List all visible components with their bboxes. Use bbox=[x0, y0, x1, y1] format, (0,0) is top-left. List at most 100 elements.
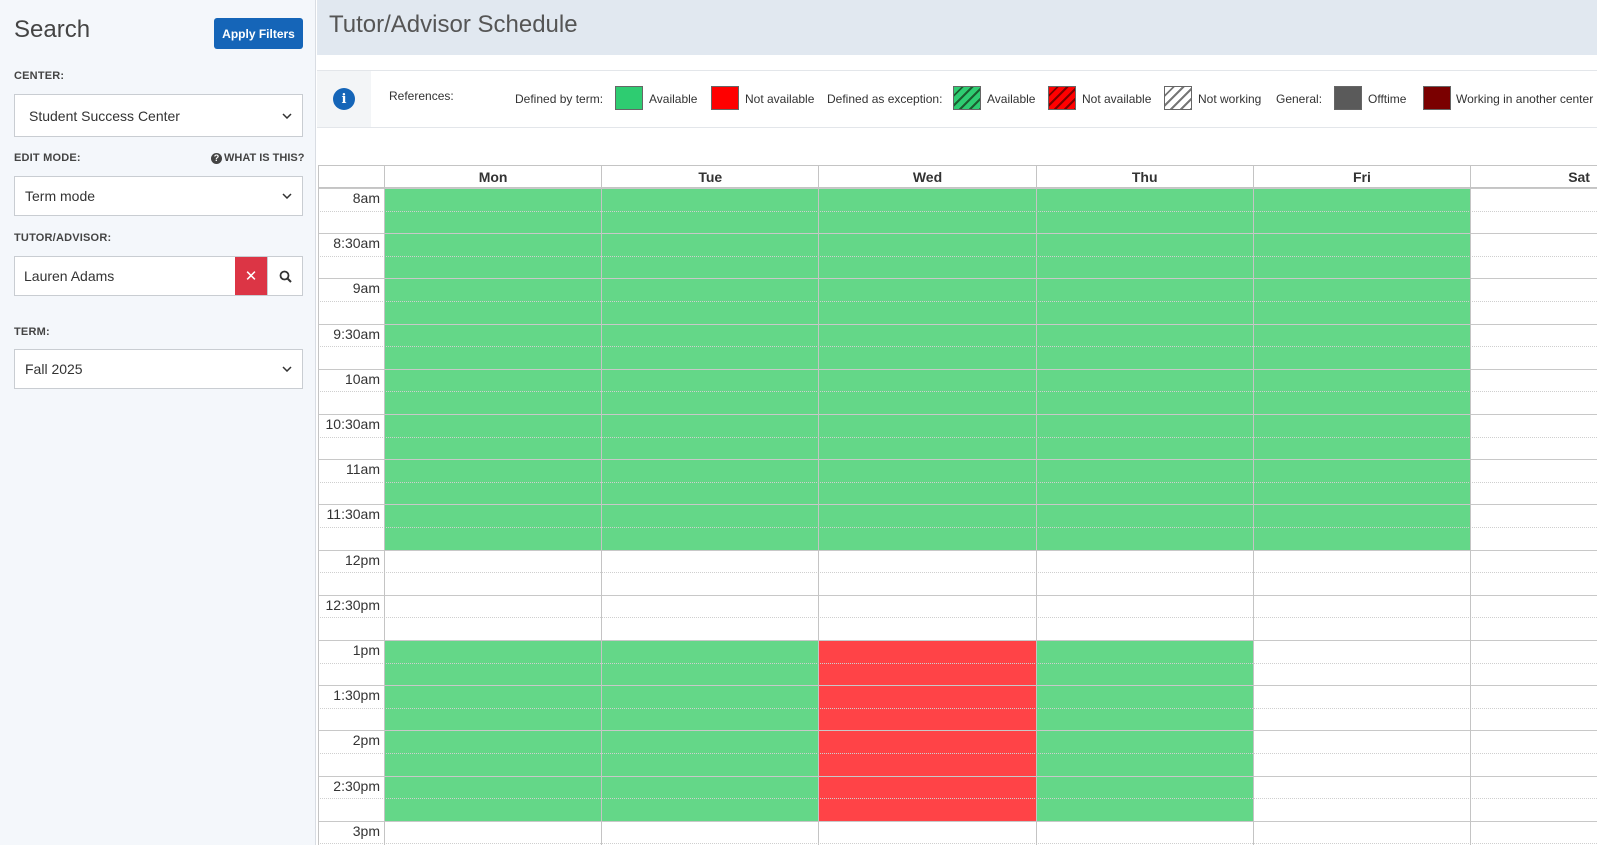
filter-sidebar: Search Apply Filters CENTER: Student Suc… bbox=[0, 0, 316, 845]
grid-line bbox=[318, 233, 1597, 235]
legend-defined-as-exception: Defined as exception: bbox=[827, 92, 943, 106]
time-label: 3pm bbox=[352, 822, 380, 839]
swatch-exception-available bbox=[953, 86, 981, 110]
time-label: 2:30pm bbox=[333, 777, 380, 794]
calendar-header: Mon Tue Wed Thu Fri Sat bbox=[318, 165, 1597, 188]
grid-line bbox=[318, 594, 1597, 596]
grid-line bbox=[318, 843, 1597, 845]
day-header-thu: Thu bbox=[1035, 166, 1253, 188]
legend-available: Available bbox=[649, 92, 698, 106]
what-is-this-label: WHAT IS THIS? bbox=[224, 152, 305, 164]
grid-line bbox=[318, 255, 1597, 257]
grid-line bbox=[318, 481, 1597, 483]
swatch-offtime bbox=[1334, 86, 1362, 110]
legend-exception-not-available: Not available bbox=[1082, 92, 1152, 106]
clear-icon[interactable]: ✕ bbox=[235, 257, 267, 295]
term-label: TERM: bbox=[14, 326, 50, 338]
grid-line bbox=[318, 368, 1597, 370]
grid-divider bbox=[818, 165, 820, 845]
time-label: 1pm bbox=[352, 642, 380, 658]
edit-mode-select-value: Term mode bbox=[25, 188, 96, 204]
time-label: 8am bbox=[352, 190, 380, 206]
time-label: 10am bbox=[344, 370, 380, 387]
what-is-this-link[interactable]: ? WHAT IS THIS? bbox=[211, 152, 304, 164]
swatch-not-available bbox=[711, 86, 739, 110]
grid-line bbox=[318, 820, 1597, 822]
grid-line bbox=[318, 572, 1597, 574]
grid-line bbox=[318, 617, 1597, 619]
grid-line bbox=[318, 323, 1597, 325]
info-cell: i bbox=[317, 71, 371, 127]
term-select-value: Fall 2025 bbox=[25, 361, 83, 377]
legend-references: References: bbox=[389, 89, 454, 103]
grid-line bbox=[318, 685, 1597, 687]
day-header-mon: Mon bbox=[384, 166, 601, 188]
grid-line bbox=[318, 346, 1597, 348]
grid-divider bbox=[601, 165, 603, 845]
time-label: 9:30am bbox=[333, 325, 380, 342]
grid-line bbox=[318, 459, 1597, 461]
time-label: 11:30am bbox=[326, 506, 380, 523]
grid-line bbox=[318, 662, 1597, 664]
swatch-exception-not-available bbox=[1048, 86, 1076, 110]
day-header-sat: Sat bbox=[1470, 166, 1597, 188]
time-column: 8am 8:30am 9am 9:30am 10am 10:30am 11am 11:30am… bbox=[318, 188, 384, 845]
grid-divider bbox=[384, 165, 385, 845]
legend-defined-by-term: Defined by term: bbox=[515, 92, 604, 106]
grid-line bbox=[318, 798, 1597, 800]
center-label: CENTER: bbox=[14, 70, 65, 82]
grid-line bbox=[318, 753, 1597, 754]
time-label: 9am bbox=[352, 280, 380, 297]
grid-divider bbox=[1252, 165, 1254, 845]
grid-line bbox=[318, 640, 1597, 641]
grid-divider bbox=[1470, 165, 1471, 845]
question-icon: ? bbox=[211, 152, 222, 164]
chevron-down-icon bbox=[272, 366, 302, 372]
grid-line bbox=[318, 707, 1597, 709]
legend-not-working: Not working bbox=[1198, 92, 1262, 106]
time-label: 8:30am bbox=[333, 235, 380, 252]
grid-line bbox=[318, 730, 1597, 732]
time-label: 12pm bbox=[344, 551, 380, 568]
grid-line bbox=[318, 436, 1597, 438]
center-select[interactable]: Student Success Center bbox=[14, 94, 303, 137]
swatch-available bbox=[615, 86, 643, 110]
grid-divider bbox=[1035, 165, 1037, 845]
grid-line bbox=[318, 414, 1597, 415]
apply-filters-button[interactable]: Apply Filters bbox=[214, 18, 303, 49]
grid-line bbox=[318, 504, 1597, 506]
term-select[interactable]: Fall 2025 bbox=[14, 349, 303, 389]
grid-line bbox=[318, 527, 1597, 528]
day-header-tue: Tue bbox=[601, 166, 818, 188]
info-icon: i bbox=[333, 88, 355, 110]
page-header: Tutor/Advisor Schedule bbox=[317, 0, 1597, 55]
swatch-working-other bbox=[1423, 86, 1451, 110]
edit-mode-select[interactable]: Term mode bbox=[14, 176, 303, 216]
schedule-calendar: Mon Tue Wed Thu Fri Sat 8am 8:30am 9am 9:30am 10a… bbox=[318, 165, 1597, 845]
center-select-value: Student Success Center bbox=[29, 107, 180, 124]
chevron-down-icon bbox=[272, 193, 302, 199]
grid-line bbox=[318, 210, 1597, 212]
tutor-label: TUTOR/ADVISOR: bbox=[14, 232, 112, 244]
sidebar-title: Search bbox=[14, 16, 91, 43]
search-icon[interactable] bbox=[267, 257, 302, 295]
legend-exception-available: Available bbox=[987, 92, 1036, 106]
legend-bar: i References: Defined by term: Available… bbox=[317, 70, 1597, 128]
edit-mode-label: EDIT MODE: bbox=[14, 152, 81, 164]
grid-line bbox=[318, 278, 1597, 280]
time-label: 12:30pm bbox=[325, 596, 380, 613]
legend-not-available: Not available bbox=[745, 92, 815, 106]
swatch-not-working bbox=[1164, 86, 1192, 110]
legend-general: General: bbox=[1276, 92, 1323, 106]
time-label: 10:30am bbox=[325, 416, 380, 432]
grid-line bbox=[318, 391, 1597, 393]
page-title: Tutor/Advisor Schedule bbox=[329, 11, 578, 38]
tutor-input[interactable]: Lauren Adams bbox=[15, 257, 235, 295]
legend-working-other: Working in another center bbox=[1456, 92, 1594, 106]
time-label: 2pm bbox=[352, 732, 380, 749]
grid-line bbox=[318, 188, 1597, 189]
day-header-fri: Fri bbox=[1252, 166, 1470, 188]
legend-offtime: Offtime bbox=[1368, 92, 1407, 106]
grid-line bbox=[318, 775, 1597, 777]
time-label: 1:30pm bbox=[333, 687, 380, 704]
